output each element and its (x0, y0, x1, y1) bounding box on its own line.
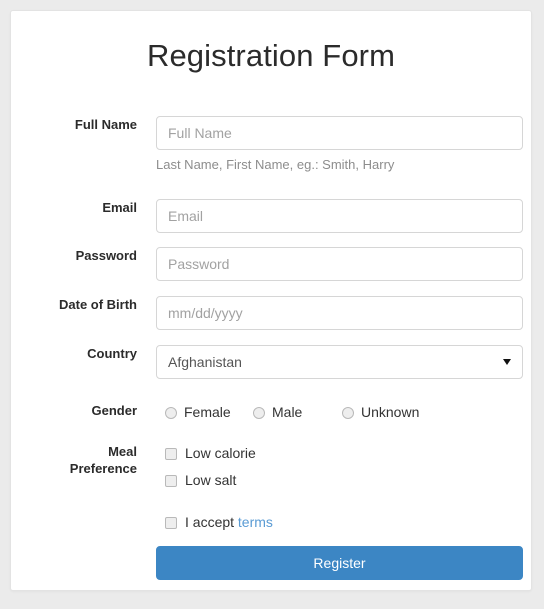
label-full-name: Full Name (74, 117, 137, 132)
radio-icon[interactable] (342, 407, 354, 419)
radio-icon[interactable] (165, 407, 177, 419)
field-terms: I accept terms (156, 512, 523, 539)
label-meal-preference-line1: Meal (108, 444, 137, 459)
field-submit: Register (156, 546, 523, 580)
terms-checkbox[interactable]: I accept terms (165, 512, 523, 539)
radio-icon[interactable] (253, 407, 265, 419)
register-button[interactable]: Register (156, 546, 523, 580)
label-password: Password (75, 248, 137, 263)
page-title: Registration Form (146, 38, 396, 73)
label-country: Country (87, 346, 137, 361)
label-date-of-birth: Date of Birth (59, 297, 137, 312)
terms-text-prefix: I accept (185, 514, 235, 530)
email-input[interactable] (156, 199, 523, 233)
full-name-input[interactable] (156, 116, 523, 150)
field-meal-preference: Low calorie Low salt (156, 443, 523, 497)
checkbox-icon[interactable] (165, 475, 177, 487)
field-email (156, 199, 523, 233)
checkbox-icon[interactable] (165, 517, 177, 529)
gender-radio-male-label: Male (272, 404, 303, 420)
meal-checkbox-low-calorie-label: Low calorie (185, 445, 256, 461)
date-of-birth-input[interactable] (156, 296, 523, 330)
gender-radio-female[interactable]: Female (165, 402, 231, 422)
gender-radio-unknown[interactable]: Unknown (342, 402, 419, 422)
field-country: Afghanistan (156, 345, 523, 379)
label-meal-preference-line2: Preference (69, 461, 137, 476)
terms-link[interactable]: terms (238, 514, 273, 530)
gender-radio-group: Female Male Unknown (156, 402, 523, 422)
country-select[interactable]: Afghanistan (156, 345, 523, 379)
meal-checkbox-low-calorie[interactable]: Low calorie (165, 443, 523, 470)
full-name-help-text: Last Name, First Name, eg.: Smith, Harry (156, 157, 395, 172)
label-gender: Gender (91, 403, 137, 418)
meal-checkbox-low-salt[interactable]: Low salt (165, 470, 523, 497)
field-gender: Female Male Unknown (156, 402, 523, 422)
gender-radio-male[interactable]: Male (253, 402, 302, 422)
label-email: Email (102, 200, 137, 215)
label-meal-preference: Meal Preference (25, 443, 137, 477)
country-select-wrapper: Afghanistan (156, 345, 523, 379)
checkbox-icon[interactable] (165, 448, 177, 460)
field-date-of-birth (156, 296, 523, 330)
registration-form-panel: Registration Form Full Name Last Name, F… (10, 10, 532, 591)
field-password (156, 247, 523, 281)
gender-radio-unknown-label: Unknown (361, 404, 420, 420)
meal-checkbox-low-salt-label: Low salt (185, 472, 237, 488)
gender-radio-female-label: Female (184, 404, 231, 420)
field-full-name: Last Name, First Name, eg.: Smith, Harry (156, 116, 523, 173)
password-input[interactable] (156, 247, 523, 281)
